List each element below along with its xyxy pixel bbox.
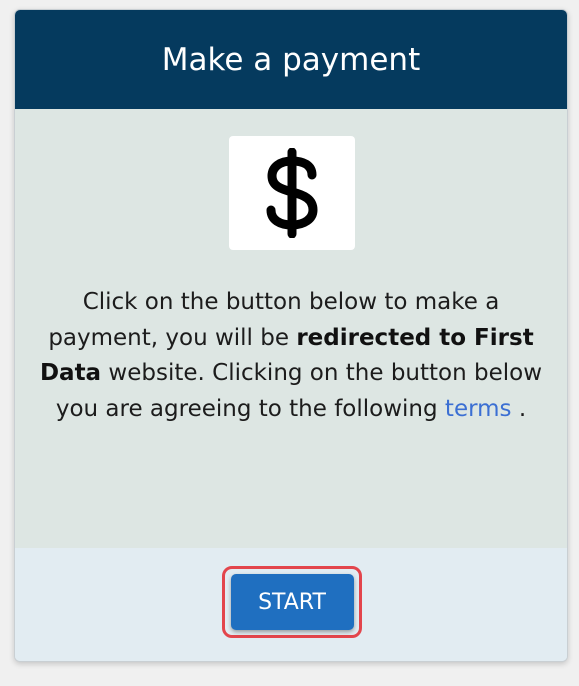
start-button[interactable]: START xyxy=(230,574,354,630)
card-header: Make a payment xyxy=(15,10,567,109)
terms-link[interactable]: terms xyxy=(445,396,512,422)
card-body: Click on the button below to make a paym… xyxy=(15,109,567,548)
start-button-highlight: START xyxy=(222,566,362,638)
card-footer: START xyxy=(15,548,567,661)
instructions-text-end: . xyxy=(511,395,527,422)
payment-card: Make a payment Click on the button below… xyxy=(14,9,568,662)
card-title: Make a payment xyxy=(161,41,421,78)
payment-instructions: Click on the button below to make a paym… xyxy=(35,285,547,427)
dollar-sign-icon xyxy=(229,136,355,250)
